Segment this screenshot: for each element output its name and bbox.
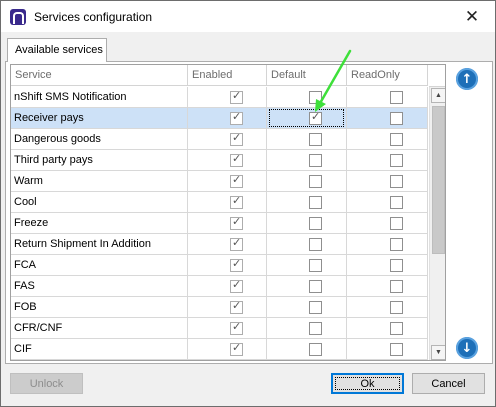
services-configuration-dialog: Services configuration ✕ Available servi… — [0, 0, 496, 407]
annotation-arrow-shaft — [317, 49, 352, 107]
tab-available-services[interactable]: Available services — [7, 38, 107, 62]
